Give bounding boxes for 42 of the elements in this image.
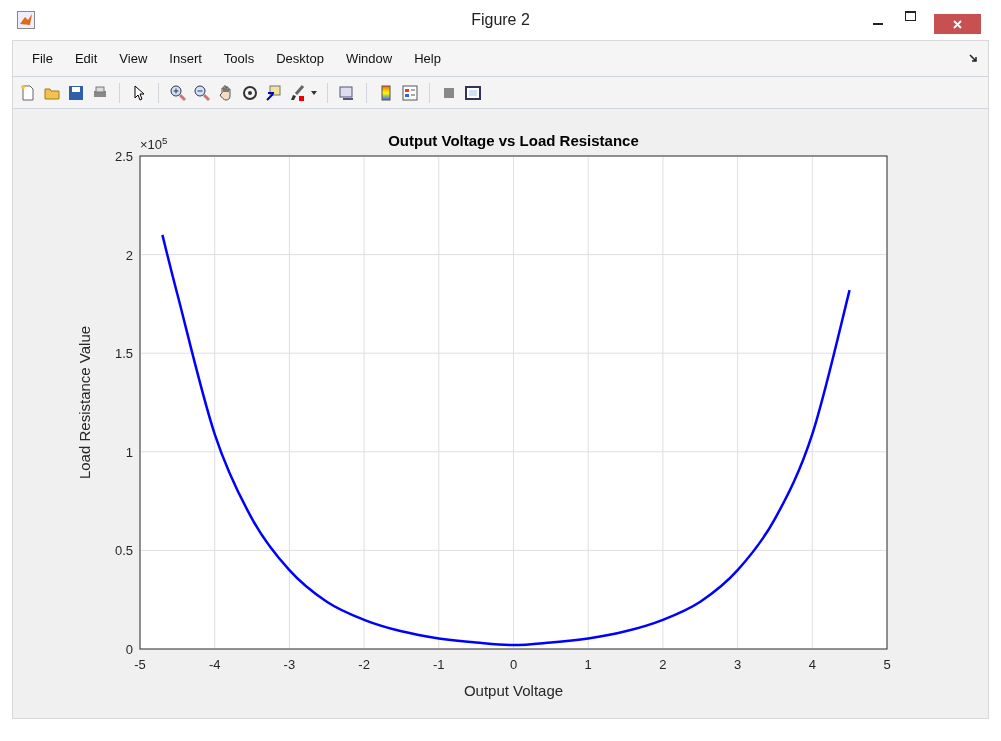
close-button[interactable] [934, 14, 981, 34]
x-tick-label: -1 [433, 657, 445, 672]
y-tick-label: 2.5 [114, 149, 133, 164]
x-tick-label: 3 [734, 657, 742, 672]
x-tick-label: 2 [659, 657, 667, 672]
x-tick-label: 4 [808, 657, 816, 672]
menu-item[interactable]: Insert [158, 48, 213, 69]
menu-item[interactable]: Tools [212, 48, 266, 69]
y-tick-label: 2 [125, 247, 133, 263]
y-tick-label: 1.5 [114, 346, 133, 362]
x-axis-label: Output Voltage [463, 682, 564, 699]
y-tick-label: 1 [125, 444, 133, 460]
x-tick-label: -3 [283, 657, 296, 672]
x-tick-label: 5 [883, 657, 891, 672]
menu-item[interactable]: View [108, 48, 159, 69]
exponent-label: ×10$^{5}$ [140, 135, 168, 154]
app-logo-icon [17, 11, 35, 29]
zoom-out-icon[interactable] [193, 83, 211, 102]
close-icon[interactable] [953, 19, 962, 29]
menu-item[interactable]: Help [403, 48, 452, 69]
caret-icon[interactable] [311, 90, 317, 95]
x-tick-label: -5 [134, 657, 146, 672]
zoom-in-icon[interactable] [169, 83, 187, 102]
window-icon[interactable] [464, 83, 482, 102]
x-tick-label: -4 [208, 657, 221, 672]
y-tick-label: 0.5 [114, 543, 133, 559]
y-tick-label: 0 [125, 642, 133, 657]
x-tick-label: 0 [509, 657, 518, 672]
y-axis-label: Load Resistance Value [76, 325, 93, 480]
save-icon[interactable] [67, 83, 85, 102]
x-tick-label: -2 [358, 657, 370, 672]
menu-item[interactable]: Window [334, 48, 404, 69]
brush-icon[interactable] [289, 83, 307, 102]
window-title: Figure 2 [471, 10, 530, 30]
menu-item[interactable]: Desktop [265, 48, 335, 69]
legend-icon[interactable] [401, 83, 419, 102]
menu-item[interactable]: File [21, 48, 64, 69]
dock-arrow-icon[interactable] [969, 54, 978, 63]
x-tick-label: 1 [584, 657, 592, 672]
maximize-icon[interactable] [905, 11, 916, 21]
menu-item[interactable]: Edit [63, 48, 109, 69]
chart-title: Output Voltage vs Load Resistance [388, 132, 639, 149]
